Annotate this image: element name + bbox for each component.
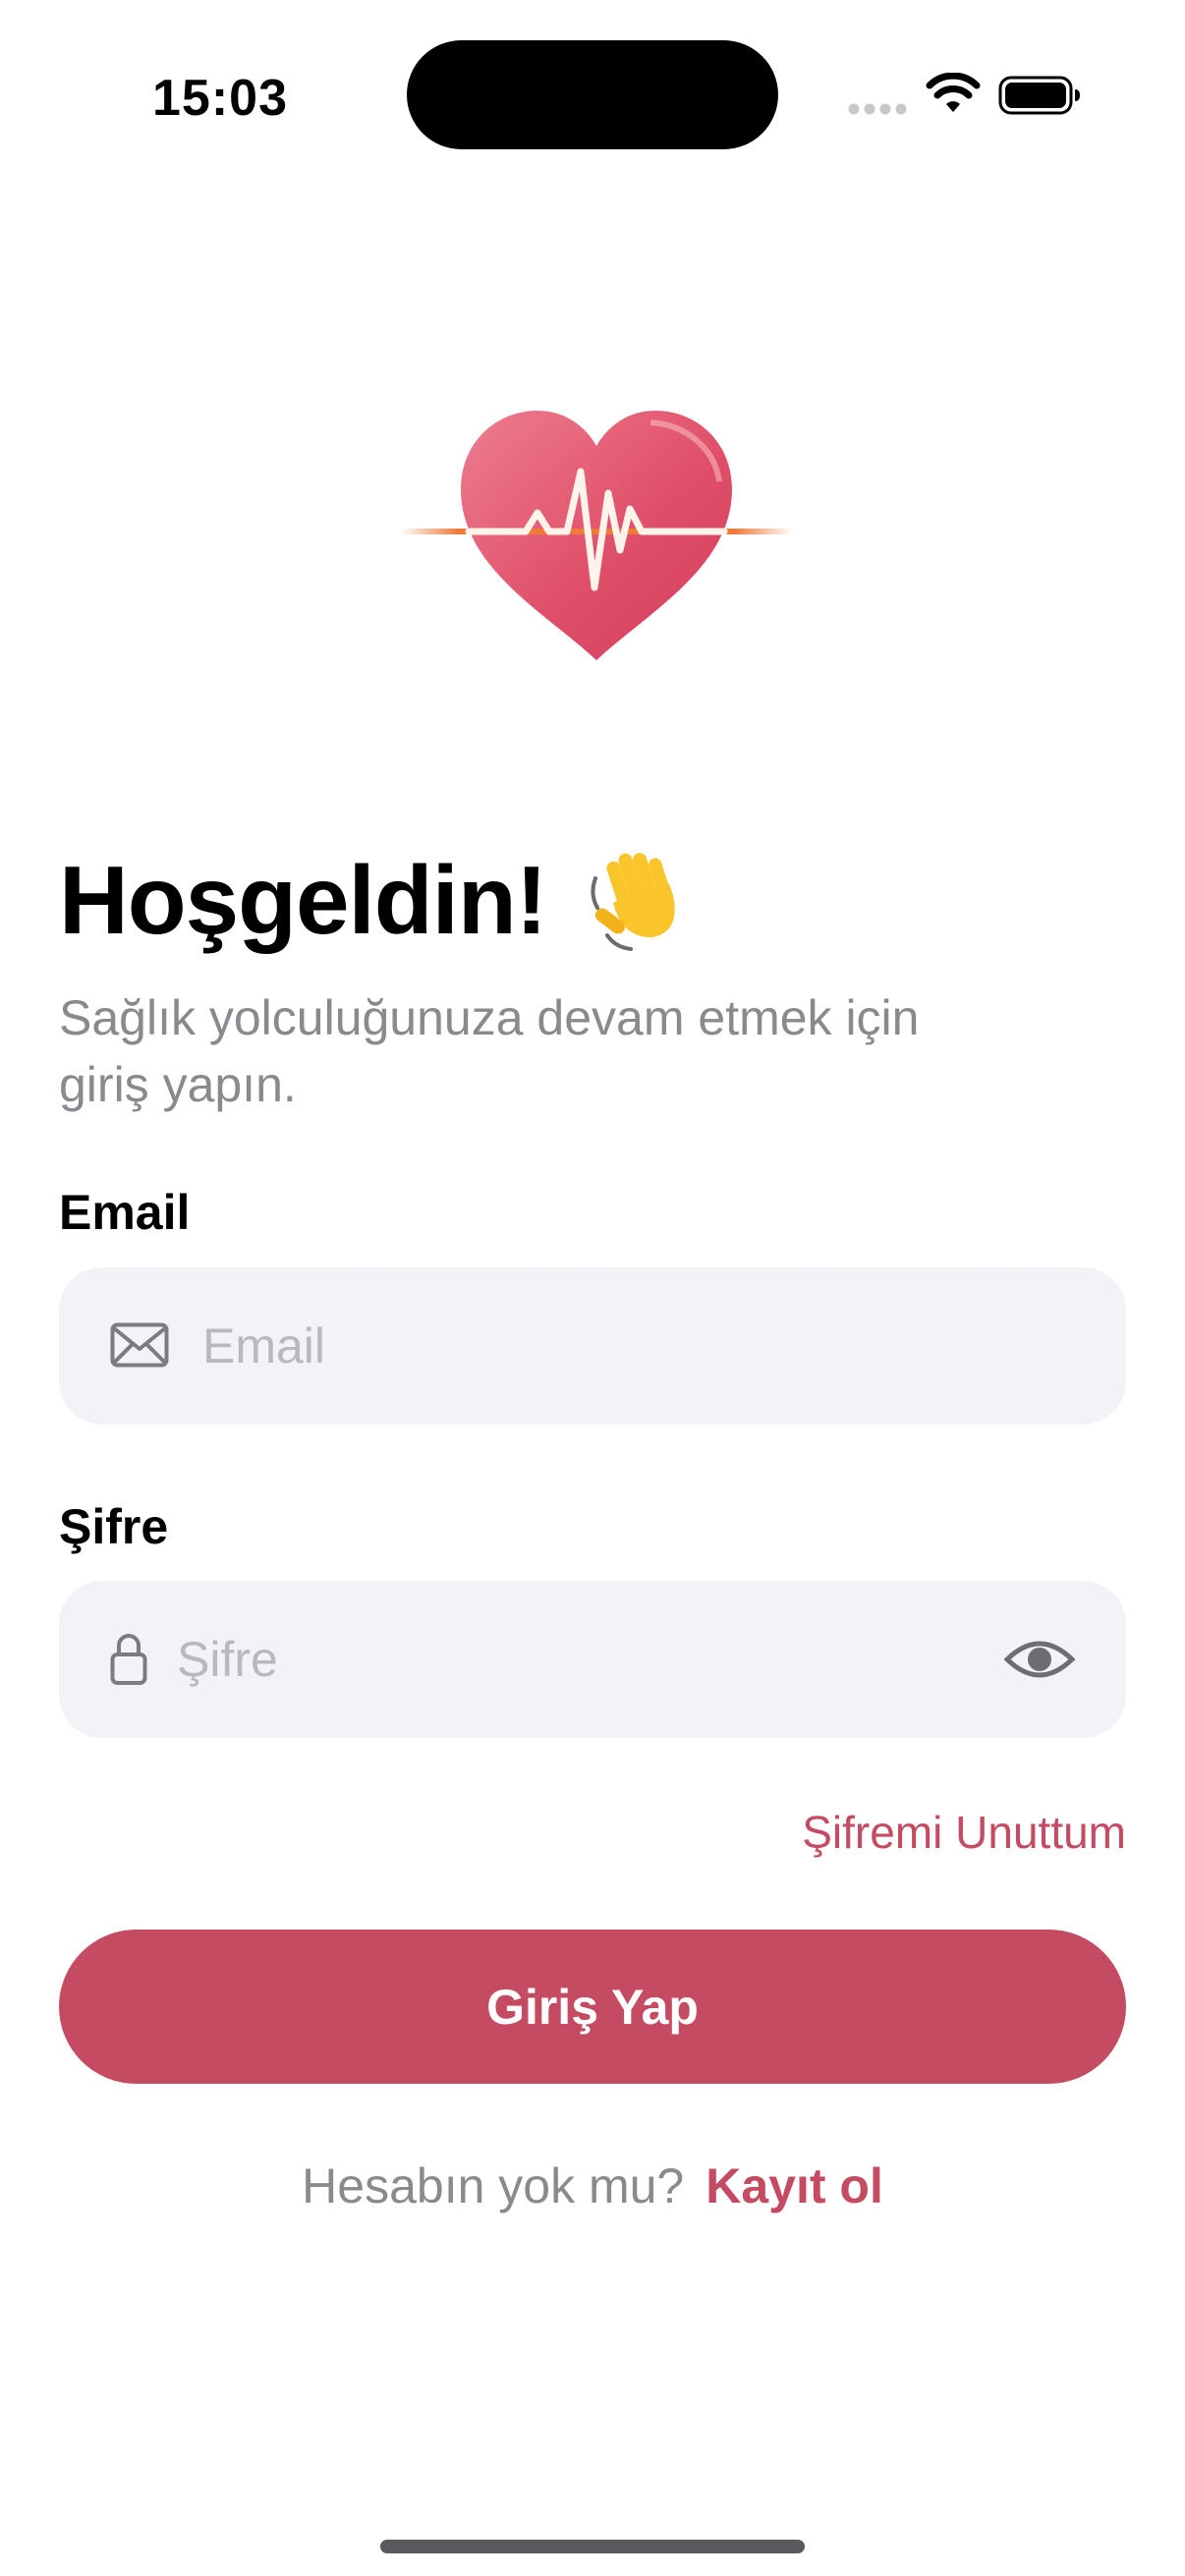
password-field-container[interactable] bbox=[59, 1581, 1126, 1738]
welcome-subtitle-line2: giriş yapın. bbox=[59, 1057, 297, 1112]
lock-icon bbox=[110, 1634, 147, 1685]
welcome-subtitle-line1: Sağlık yolculuğunuza devam etmek için bbox=[59, 990, 920, 1045]
password-field[interactable] bbox=[177, 1581, 1002, 1738]
login-button[interactable]: Giriş Yap bbox=[59, 1930, 1126, 2084]
eye-icon[interactable] bbox=[1004, 1636, 1075, 1683]
login-screen: 15:03 Hoşgeldin! Sağlık yolculuğunuza de… bbox=[0, 0, 1185, 2576]
wifi-icon bbox=[926, 73, 981, 112]
password-label: Şifre bbox=[59, 1499, 169, 1554]
heart-pulse-icon bbox=[400, 411, 793, 660]
email-field-container[interactable] bbox=[59, 1267, 1126, 1425]
waving-hand-icon bbox=[591, 853, 675, 951]
email-field[interactable] bbox=[202, 1267, 1087, 1425]
battery-icon bbox=[998, 76, 1080, 115]
envelope-icon bbox=[110, 1322, 169, 1368]
home-indicator[interactable] bbox=[380, 2540, 805, 2553]
welcome-subtitle: Sağlık yolculuğunuza devam etmek için gi… bbox=[59, 984, 1081, 1118]
dynamic-island bbox=[407, 40, 778, 149]
signup-prompt: Hesabın yok mu? bbox=[302, 2158, 685, 2213]
signal-dots-icon bbox=[848, 103, 907, 115]
email-label: Email bbox=[59, 1185, 191, 1240]
status-time: 15:03 bbox=[152, 70, 288, 127]
signup-row: Hesabın yok mu? Kayıt ol bbox=[0, 2157, 1185, 2214]
forgot-password-link[interactable]: Şifremi Unuttum bbox=[802, 1806, 1126, 1859]
welcome-title: Hoşgeldin! bbox=[59, 846, 547, 954]
signup-link[interactable]: Kayıt ol bbox=[705, 2158, 883, 2213]
